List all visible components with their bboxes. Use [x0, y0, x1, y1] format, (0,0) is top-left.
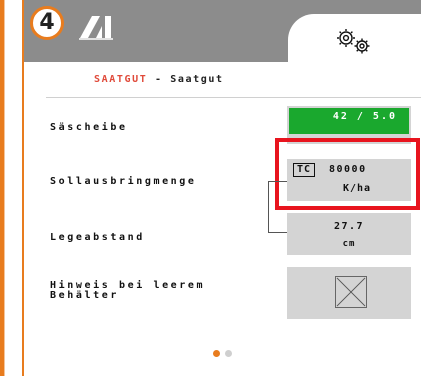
header-bar: 4: [24, 0, 421, 62]
page-number-badge: 4: [30, 6, 64, 40]
seed-spacing-value: 27.7: [333, 221, 365, 232]
section-name: Saatgut: [170, 74, 224, 85]
seed-spacing-field[interactable]: 27.7 cm: [287, 213, 411, 255]
amazone-logo-icon: [79, 16, 113, 40]
terminal-screen: 4 SAATGUT - Saatgut Säscheibe 42 / 5.0 S…: [22, 0, 421, 376]
page-number-text: 4: [39, 10, 55, 35]
seed-spacing-label: Legeabstand: [50, 232, 145, 243]
page-dot[interactable]: [225, 350, 232, 357]
page-indicator: [213, 350, 232, 357]
seeding-disc-value: 42 / 5.0: [289, 108, 409, 134]
seed-spacing-unit: cm: [342, 239, 356, 249]
highlight-frame: [275, 138, 420, 210]
checkbox-crossed-icon: [335, 276, 367, 308]
empty-hopper-label-line2: Behälter: [50, 290, 119, 301]
section-category: SAATGUT: [94, 74, 148, 85]
empty-hopper-toggle[interactable]: [287, 267, 411, 319]
section-title: SAATGUT - Saatgut: [94, 74, 224, 85]
page-dot-active[interactable]: [213, 350, 220, 357]
section-separator: -: [147, 74, 171, 85]
target-rate-label: Sollausbringmenge: [50, 176, 197, 187]
gears-icon[interactable]: [332, 26, 376, 58]
terminal-frame-edge: [4, 0, 5, 376]
section-divider: [46, 97, 421, 98]
seeding-disc-label: Säscheibe: [50, 122, 128, 133]
link-bracket: [268, 181, 287, 233]
